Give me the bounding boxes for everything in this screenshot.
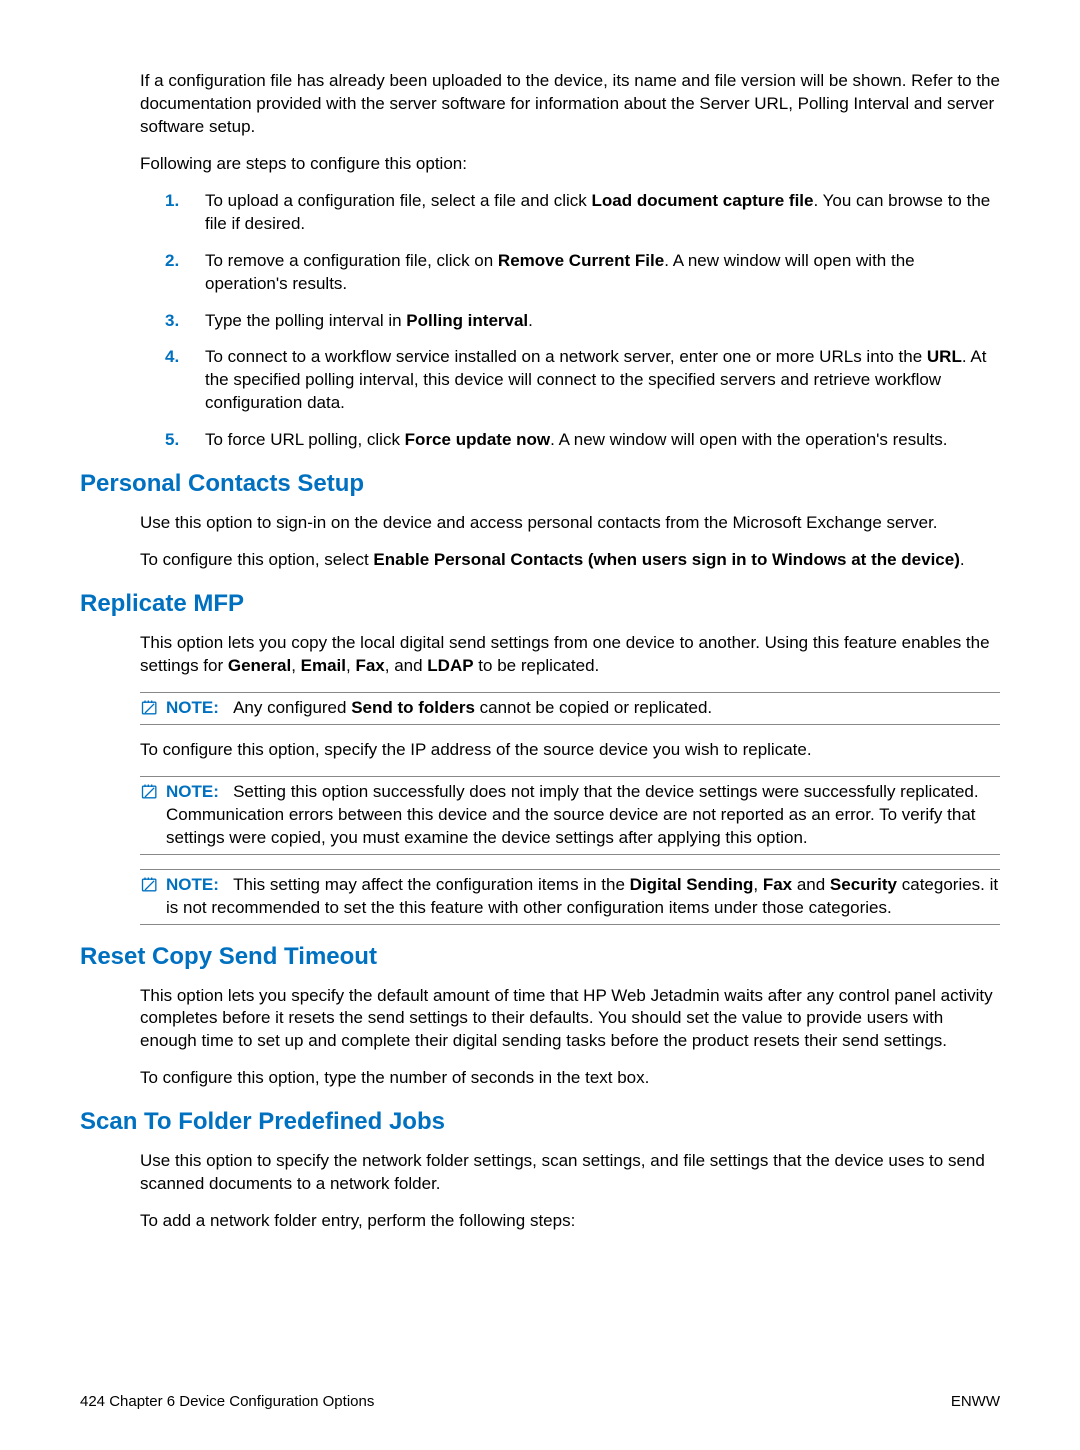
step-number: 4.: [165, 346, 183, 415]
personal-p1: Use this option to sign-in on the device…: [140, 512, 1000, 535]
footer-right: ENWW: [951, 1393, 1000, 1410]
step-text: To upload a configuration file, select a…: [205, 190, 1000, 236]
replicate-p2: To configure this option, specify the IP…: [140, 739, 1000, 762]
heading-personal-contacts: Personal Contacts Setup: [80, 470, 1000, 498]
note-setting-success: NOTE: Setting this option successfully d…: [140, 776, 1000, 855]
note-icon: [140, 875, 160, 895]
reset-p2: To configure this option, type the numbe…: [140, 1067, 1000, 1090]
step-number: 5.: [165, 429, 183, 452]
note-text: NOTE: This setting may affect the config…: [166, 874, 1000, 920]
intro-block: If a configuration file has already been…: [140, 70, 1000, 176]
personal-block: Use this option to sign-in on the device…: [140, 512, 1000, 572]
note-icon: [140, 782, 160, 802]
steps-list: 1. To upload a configuration file, selec…: [165, 190, 1000, 452]
intro-p2: Following are steps to configure this op…: [140, 153, 1000, 176]
heading-replicate-mfp: Replicate MFP: [80, 590, 1000, 618]
note-icon: [140, 698, 160, 718]
step-number: 3.: [165, 310, 183, 333]
note-text: NOTE: Setting this option successfully d…: [166, 781, 1000, 850]
replicate-p1: This option lets you copy the local digi…: [140, 632, 1000, 678]
note-send-to-folders: NOTE: Any configured Send to folders can…: [140, 692, 1000, 725]
footer-left: 424 Chapter 6 Device Configuration Optio…: [80, 1393, 374, 1410]
step-text: Type the polling interval in Polling int…: [205, 310, 533, 333]
intro-p1: If a configuration file has already been…: [140, 70, 1000, 139]
note-config-items: NOTE: This setting may affect the config…: [140, 869, 1000, 925]
scan-p2: To add a network folder entry, perform t…: [140, 1210, 1000, 1233]
replicate-block: This option lets you copy the local digi…: [140, 632, 1000, 678]
replicate-p2-block: To configure this option, specify the IP…: [140, 739, 1000, 762]
step-1: 1. To upload a configuration file, selec…: [165, 190, 1000, 236]
scan-p1: Use this option to specify the network f…: [140, 1150, 1000, 1196]
step-text: To force URL polling, click Force update…: [205, 429, 947, 452]
heading-reset-copy: Reset Copy Send Timeout: [80, 943, 1000, 971]
step-number: 1.: [165, 190, 183, 236]
reset-block: This option lets you specify the default…: [140, 985, 1000, 1091]
step-3: 3. Type the polling interval in Polling …: [165, 310, 1000, 333]
heading-scan-folder: Scan To Folder Predefined Jobs: [80, 1108, 1000, 1136]
page-footer: 424 Chapter 6 Device Configuration Optio…: [80, 1393, 1000, 1410]
step-4: 4. To connect to a workflow service inst…: [165, 346, 1000, 415]
step-2: 2. To remove a configuration file, click…: [165, 250, 1000, 296]
step-number: 2.: [165, 250, 183, 296]
note-text: NOTE: Any configured Send to folders can…: [166, 697, 712, 720]
step-text: To connect to a workflow service install…: [205, 346, 1000, 415]
step-text: To remove a configuration file, click on…: [205, 250, 1000, 296]
reset-p1: This option lets you specify the default…: [140, 985, 1000, 1054]
scan-block: Use this option to specify the network f…: [140, 1150, 1000, 1233]
step-5: 5. To force URL polling, click Force upd…: [165, 429, 1000, 452]
personal-p2: To configure this option, select Enable …: [140, 549, 1000, 572]
